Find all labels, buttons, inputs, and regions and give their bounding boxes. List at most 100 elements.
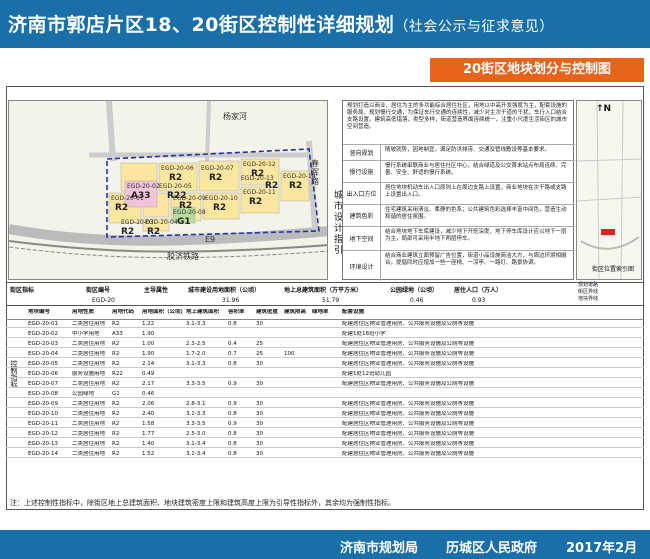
- table-cell: 配建居住区物业管理用房、公共服务设施及公厕等设施: [342, 431, 475, 437]
- table-cell: A33: [112, 331, 123, 337]
- table-cell: 30: [256, 381, 263, 387]
- table-cell: 二类居住用地: [72, 431, 106, 437]
- guide-title: 城市设计指引: [332, 190, 342, 256]
- column-header: 地上建筑面积: [186, 309, 220, 315]
- table-cell: 3.3-3.5: [186, 421, 206, 427]
- guide-row: 慢行设施 慢行系统串联商业与居住社区中心，结合绿道及公交首末站点布局连续、完善、…: [343, 161, 575, 183]
- plot-code-09: R2: [179, 201, 193, 211]
- table-cell: 2.06: [142, 401, 155, 407]
- table-row: EGD-20-01 二类居住用地 R2 1.22 3.1-3.3 0.8 30 配建居住区物业…: [6, 320, 644, 328]
- plot-control-table: 地块编号 用地性质 用地代码 用地面积（公顷） 地上建筑面积 容积率 建筑密度 …: [6, 306, 644, 462]
- table-cell: 配建居住区物业管理用房、公共服务设施及公厕等设施: [342, 411, 475, 417]
- table-cell: 配建居住区物业管理用房、公共服务设施及公厕等设施: [342, 441, 475, 447]
- table-cell: 配建居住区物业管理用房、公共服务设施及公厕等设施: [342, 341, 475, 347]
- plot-code-11: R2: [249, 197, 263, 207]
- table-cell: EGD-20-10: [28, 411, 58, 417]
- guide-row: 出入口方位 居住地块机动车出入口原则上在周边支路上设置，商业地块在次干路或支路上…: [343, 183, 575, 205]
- table-cell: 0.8: [228, 411, 237, 417]
- table-cell: 二类居住用地: [72, 451, 106, 457]
- column-header: 配套设施: [342, 309, 365, 315]
- table-cell: 30: [256, 421, 263, 427]
- table-cell: 配建居住区物业管理用房、公共服务设施及公厕等设施: [342, 361, 475, 367]
- table-row: EGD-20-02 中小学用地 A33 1.90 配建1处18班小学: [6, 330, 644, 338]
- guide-row: 地下空间 结合地块地下车库建设，减少地下开挖深度，地下停车库设计应以地下一层为主…: [343, 227, 575, 251]
- table-row: EGD-20-06 服务设施用地 R22 0.49 配建1处12班幼儿园: [6, 370, 644, 378]
- table-cell: G1: [112, 391, 120, 397]
- table-cell: 30: [256, 401, 263, 407]
- table-cell: 3.1-3.3: [186, 321, 206, 327]
- table-cell: 30: [256, 411, 263, 417]
- table-cell: R2: [112, 431, 120, 437]
- table-cell: 30: [256, 431, 263, 437]
- table-cell: R2: [112, 341, 120, 347]
- table-row: EGD-20-13 二类居住用地 R2 1.40 3.1-3.4 0.8 30 配建居住区物业…: [6, 440, 644, 448]
- table-cell: EGD-20-04: [28, 351, 58, 357]
- table-cell: 1.40: [142, 441, 155, 447]
- plot-label-12: EGD-20-12: [243, 161, 276, 168]
- index-header: 居住人口（万人）: [454, 287, 503, 294]
- table-cell: 30: [256, 451, 263, 457]
- table-cell: R2: [112, 451, 120, 457]
- index-value: 51.79: [322, 297, 340, 304]
- footer-government: 历城区人民政府: [446, 541, 538, 556]
- plot-code-02: A33: [131, 191, 151, 201]
- guide-row: 建筑色彩 住宅建筑采用清淡、柔静的色系；公共建筑色彩选择丰富中间色，营造生动和谐…: [343, 205, 575, 227]
- column-header: 建筑密度: [256, 309, 279, 315]
- footnote: 注：上述控制性指标中，除街区地上总建筑面积、地块建筑密度上限和建筑高度上限为引导…: [10, 499, 395, 507]
- table-row: EGD-20-11 二类居住用地 R2 1.58 3.3-3.5 0.9 30 配建居住区物业…: [6, 420, 644, 428]
- plot-code-13: R2: [265, 181, 279, 191]
- table-cell: 0.46: [142, 391, 155, 397]
- plot-code-14: R2: [289, 181, 303, 191]
- index-header: 街区指标: [10, 287, 35, 294]
- table-cell: 二类居住用地: [72, 361, 106, 367]
- table-cell: 0.8: [228, 431, 237, 437]
- table-cell: EGD-20-01: [28, 321, 58, 327]
- table-cell: 配建居住区物业管理用房、公共服务设施及公厕等设施: [342, 321, 475, 327]
- plot-code-10: R2: [213, 203, 227, 213]
- guide-value: 居住地块机动车出入口原则上在周边支路上设置，商业地块在次干路或支路上设置出入口。: [385, 185, 567, 198]
- table-cell: 配建居住区物业管理用房、公共服务设施及公厕等设施: [342, 451, 475, 457]
- table-cell: 1.7-2.0: [186, 351, 206, 357]
- index-value: EGD-20: [92, 297, 115, 304]
- table-cell: R2: [112, 321, 120, 327]
- table-cell: EGD-20-07: [28, 381, 58, 387]
- table-cell: 公园绿地: [72, 391, 95, 397]
- table-cell: R2: [112, 361, 120, 367]
- table-cell: 服务设施用地: [72, 371, 106, 377]
- plot-label-07: EGD-20-07: [201, 165, 234, 172]
- table-cell: 3.1-3.4: [186, 451, 206, 457]
- plot-label-02: EGD-20-02: [127, 183, 160, 190]
- guide-row: 竖向规划 随坡就势，因地制宜，满足防洪排涝、交通及管线敷设等基本要求。: [343, 145, 575, 161]
- table-cell: 25: [256, 341, 263, 347]
- guide-row: 环境设计 结合商业建筑立面预留广告位置，街道小品设施简洁大方，与周边环境相融合，…: [343, 251, 575, 281]
- index-header: 街区编号: [86, 287, 111, 294]
- index-header: 主导属性: [144, 287, 169, 294]
- table-row: EGD-20-12 二类居住用地 R2 1.77 2.5-3.0 0.8 30 配建居住区物业…: [6, 430, 644, 438]
- index-value: 0.46: [410, 297, 424, 304]
- table-row: EGD-20-04 二类居住用地 R2 1.90 1.7-2.0 0.7 25 100 配建居住…: [6, 350, 644, 358]
- guide-key: 竖向规划: [343, 145, 381, 160]
- table-cell: 30: [256, 321, 263, 327]
- guide-value: 慢行系统串联商业与居住社区中心，结合绿道及公交首末站点布局连续、完善、安全、舒适…: [385, 163, 567, 176]
- footer-date: 2017年2月: [566, 541, 638, 556]
- table-cell: 配建居住区物业管理用房、公共服务设施及公厕等设施: [342, 401, 475, 407]
- footer-bar: 济南市规划局 历城区人民政府 2017年2月: [0, 530, 650, 559]
- table-cell: 0.8: [228, 321, 237, 327]
- table-cell: 2.40: [142, 411, 155, 417]
- plot-map: 杨家河 E9 胶济铁路 春晖路 EGD-20-01 R2 EGD-20-02 A…: [8, 100, 328, 280]
- table-cell: 1.22: [142, 321, 155, 327]
- table-cell: 0.49: [142, 371, 155, 377]
- table-cell: R22: [112, 371, 123, 377]
- index-header: 地上总建筑面积（万平方米）: [284, 287, 363, 294]
- table-cell: 30: [256, 361, 263, 367]
- table-cell: EGD-20-03: [28, 341, 58, 347]
- road-label-e9: E9: [205, 235, 216, 244]
- plot-label-04: EGD-20-04: [145, 219, 178, 226]
- table-cell: 100: [284, 351, 295, 357]
- table-cell: 2.8-3.1: [186, 401, 206, 407]
- table-cell: EGD-20-11: [28, 421, 58, 427]
- table-cell: EGD-20-09: [28, 401, 58, 407]
- table-cell: 0.9: [228, 421, 237, 427]
- table-cell: R2: [112, 401, 120, 407]
- table-cell: 1.52: [142, 451, 155, 457]
